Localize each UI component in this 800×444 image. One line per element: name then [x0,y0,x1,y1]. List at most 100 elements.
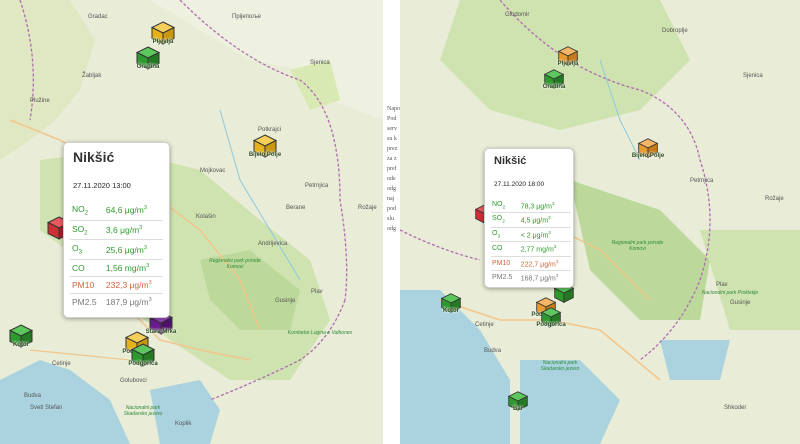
park-label: Kombetar Lugina e Valbones [287,330,353,336]
station-marker-bijelo-polje[interactable]: Bijelo Polje [632,137,664,164]
pollutant-row: CO 1,56 mg/m3 [70,259,163,277]
station-label: Bijelo Polje [631,153,665,159]
pollutant-row: PM2.5 187,9 μg/m3 [70,293,163,311]
place-label: Gusinje [275,298,296,304]
pollutant-table: NO2 78,3 μg/m3 SO2 4,5 μg/m3 O3 < 2 μg/m3 CO 2,… [491,199,571,285]
place-label: Andrijevica [258,241,288,247]
pollutant-row: PM10 222,7 μg/m3 [491,255,571,271]
pollutant-table: NO2 64,6 μg/m3 SO2 3,6 μg/m3 O3 25,6 μg/m3 CO 1… [70,201,163,311]
place-label: Dobroplje [662,28,688,34]
pollutant-value: 222,7 μg/m3 [519,255,571,271]
park-label: Nacionalni park Skadarsko jezero [540,360,580,372]
article-text-line: za z [387,156,397,162]
pollutant-name: PM2.5 [70,293,104,311]
pollutant-name: PM10 [491,255,520,271]
station-label: Gradina [136,64,160,70]
station-marker-gradina[interactable]: Gradina [135,45,161,76]
place-label: Cetinje [475,322,494,328]
station-label: Stara Mrka [145,329,177,335]
pollutant-row: NO2 78,3 μg/m3 [491,199,571,213]
station-label: Bijelo Polje [248,152,282,158]
place-label: Budva [484,348,502,354]
station-marker-kotor[interactable]: Kotor [440,292,462,319]
place-label: Koplik [175,421,192,427]
station-label: Gradina [542,84,566,90]
pollutant-name: CO [491,241,520,256]
place-label: Прijепоље [232,14,262,20]
place-label: Sjenica [743,73,763,79]
park-label: Regionalni park prirode Komovi [611,240,664,252]
article-text-line: su k [387,136,397,142]
article-text-line: slu [387,216,395,222]
pollutant-name: CO [70,259,104,277]
park-label: Nacionalni park Prokletije [701,290,759,296]
place-label: Plav [716,282,728,288]
popup-timestamp: 27.11.2020 18:00 [494,181,545,188]
article-text-line: serv [387,126,397,132]
place-label: Rožaje [765,196,784,202]
station-label: Podgorica [536,322,566,328]
station-popup: Nikšić 27.11.2020 13:00 NO2 64,6 μg/m3 SO2… [63,142,170,318]
pollutant-name: O3 [491,226,520,242]
place-label: Cetinje [52,361,71,367]
pollutant-value: 187,9 μg/m3 [103,293,163,311]
map-panel-left[interactable]: Gradac Прijепоље Sjenica Žabljak Plužine… [0,0,383,444]
pollutant-name: NO2 [72,204,89,217]
pollutant-row: O3 < 2 μg/m3 [491,226,571,242]
article-text-line: Napo [387,106,400,112]
article-text-line: prez [387,146,398,152]
popup-title: Nikšić [73,149,115,165]
pollutant-row: PM10 232,3 μg/m3 [70,276,163,294]
park-label: Regionalni park prirode Komovi [209,258,261,270]
popup-timestamp: 27.11.2020 13:00 [73,181,131,190]
station-marker-kotor[interactable]: Kotor [8,323,34,354]
place-label: Sveti Stefan [30,405,63,411]
station-marker-podgorica-2[interactable]: Podgorica [536,306,566,333]
park-label: Nacionalni park Skadarsko jezero [123,405,163,417]
pollutant-value: 3,6 μg/m3 [103,219,163,240]
station-label: Pljevlja [557,61,579,67]
pollutant-name: SO2 [70,219,104,240]
place-label: Shkoder [724,405,747,411]
article-text-line: Pod [387,116,397,122]
station-marker-podgorica-2[interactable]: Podgorica [128,342,158,373]
place-label: Žabljak [82,73,102,79]
pollutant-value: 168,7 μg/m3 [519,269,571,285]
pollutant-row: NO2 64,6 μg/m3 [70,201,163,220]
station-marker-bijelo-polje[interactable]: Bijelo Polje [248,133,282,164]
article-text-line: naj [387,196,395,202]
pollutant-value: 232,3 μg/m3 [103,276,163,294]
article-text-fragment: Napo Pod serv su k prez za z pref ode odg naj pod s… [383,0,400,444]
place-label: Sjenica [310,60,330,66]
pollutant-value: 64,6 μg/m3 [105,205,147,216]
pollutant-value: 1,56 mg/m3 [103,259,163,277]
place-label: Petrnjica [305,183,329,189]
place-label: Glodomir [505,12,530,18]
place-label: Mojkovac [200,168,226,174]
article-text-line: odg [387,226,396,232]
station-label: Kotor [443,308,459,314]
pollutant-name: PM10 [70,276,104,294]
pollutant-value: 4,5 μg/m3 [519,212,571,228]
station-marker-gradina[interactable]: Gradina [543,68,565,95]
station-label: Bar [512,406,524,412]
article-text-line: pod [387,206,396,212]
station-marker-bar[interactable]: Bar [507,390,529,417]
place-label: Berane [286,205,306,211]
place-label: Kolašin [196,214,216,220]
place-label: Gradac [88,14,108,20]
pollutant-value: 78,3 μg/m3 [520,201,555,211]
pollutant-row: SO2 4,5 μg/m3 [491,212,571,228]
place-label: Plužine [30,98,50,104]
pollutant-row: O3 25,6 μg/m3 [70,239,163,260]
pollutant-value: 25,6 μg/m3 [103,239,163,260]
place-label: Golubovci [120,378,147,384]
station-popup: Nikšić 27.11.2020 18:00 NO2 78,3 μg/m3 SO2… [484,148,574,288]
pollutant-name: PM2.5 [491,269,520,285]
pollutant-value: 2,77 mg/m3 [519,241,571,256]
place-label: Budva [24,393,42,399]
map-panel-right[interactable]: Glodomir Dobroplje Sjenica Petrnjica Rož… [400,0,800,444]
station-label: Kotor [13,342,29,348]
article-text-line: pref [387,166,397,172]
pollutant-row: PM2.5 168,7 μg/m3 [491,269,571,285]
